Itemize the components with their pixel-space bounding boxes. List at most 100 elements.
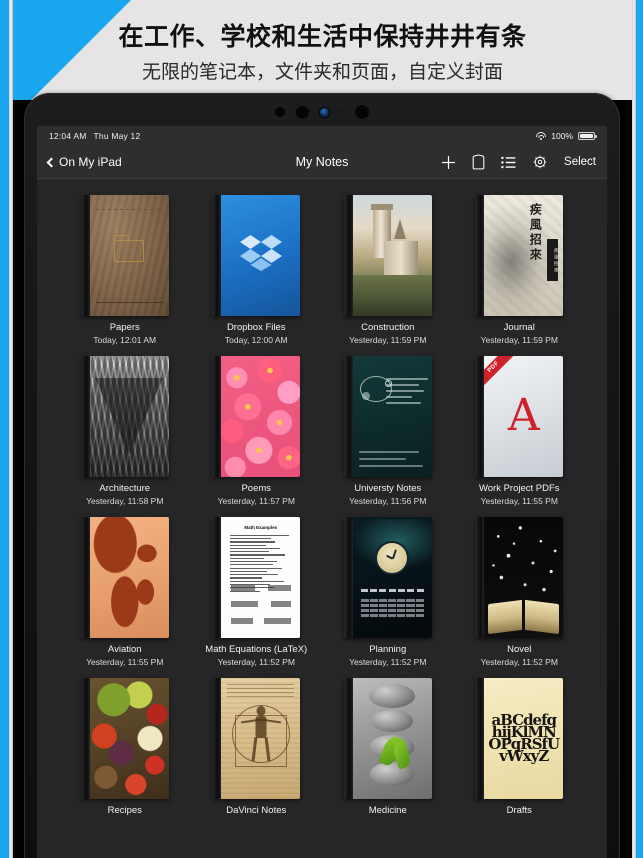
notebook-icon[interactable] [472, 154, 485, 170]
status-date: Thu May 12 [93, 131, 141, 141]
notebook-cover-drafts[interactable]: aBCdefghijKlMNOPqRSfUvWxyZ [475, 677, 564, 799]
battery-percent-label: 100% [551, 131, 573, 141]
list-icon[interactable] [501, 156, 516, 169]
notebook-spine [80, 355, 90, 477]
notebook-spine [80, 195, 90, 316]
back-button[interactable]: On My iPad [46, 155, 122, 169]
notebook-item[interactable]: Dropbox Files Today, 12:00 AM [191, 195, 323, 345]
notebook-cover-architecture[interactable] [80, 355, 169, 477]
plus-icon[interactable] [441, 155, 456, 170]
math-cover-heading: Math Examples [244, 524, 278, 530]
notebook-title: Architecture [99, 482, 151, 494]
cover-art-castle-painting [352, 195, 432, 316]
notebook-grid: Papers Today, 12:01 AM Dropbox Files Tod… [37, 179, 607, 818]
notebook-item[interactable]: Aviation Yesterday, 11:55 PM [59, 516, 191, 667]
notebook-title: Drafts [506, 804, 532, 816]
status-bar-right: 100% [536, 131, 597, 141]
notebook-item[interactable]: Math Examples Math Equations (LaTeX) Yes… [191, 516, 323, 667]
navigation-toolbar: On My iPad My Notes Select [37, 146, 607, 179]
notebook-item[interactable]: Planning Yesterday, 11:52 PM [322, 516, 454, 667]
notebook-title: Dropbox Files [226, 322, 286, 333]
notebook-item[interactable]: Construction Yesterday, 11:59 PM [322, 195, 454, 345]
notebook-title: Medicine [368, 804, 407, 816]
notebook-cover-aviation[interactable] [80, 516, 169, 638]
cover-art-food-photo [89, 677, 169, 799]
notebook-cover-poems[interactable] [212, 355, 301, 477]
cover-art-clock-calendar [352, 516, 432, 638]
notebook-title: Recipes [107, 804, 142, 816]
gallery-divider-left [9, 0, 13, 858]
notebook-item[interactable]: A PDF Work Project PDFs Yesterday, 11:55… [454, 355, 586, 506]
notebook-spine [343, 195, 353, 316]
notebook-item[interactable]: aBCdefghijKlMNOPqRSfUvWxyZ Drafts [454, 677, 586, 818]
speaker-dot-icon [355, 105, 369, 119]
notebook-date: Yesterday, 11:52 PM [349, 656, 427, 667]
cover-art-dropbox-blue [221, 195, 301, 316]
notebook-spine [343, 677, 353, 799]
device-sensor-array [24, 103, 620, 121]
screenshot-root: 在工作、学校和生活中保持井井有条 无限的笔记本，文件夹和页面，自定义封面 12:… [0, 0, 643, 858]
notebook-cover-construction[interactable] [343, 195, 432, 316]
notebook-item[interactable]: 疾風招來 疾風招來 Journal Yesterday, 11:59 PM [454, 195, 586, 345]
notebook-cover-journal[interactable]: 疾風招來 疾風招來 [475, 195, 564, 316]
notebook-spine [475, 195, 485, 316]
notebook-title: DaVinci Notes [226, 804, 287, 816]
cover-art-pink-flowers [221, 355, 301, 477]
notebook-item[interactable]: Medicine [322, 677, 454, 818]
notebook-cover-math-equations[interactable]: Math Examples [212, 516, 301, 638]
cover-art-pdf-acrobat: A PDF [484, 355, 564, 477]
ambient-light-sensor-icon [340, 110, 344, 114]
journal-cover-side-band: 疾風招來 [547, 238, 559, 281]
notebook-cover-dropbox[interactable] [212, 195, 301, 316]
notebook-cover-novel[interactable] [475, 516, 564, 638]
notebook-spine [212, 516, 222, 638]
cover-art-physics-equations [352, 355, 432, 477]
cover-art-chinese-ink-wash: 疾風招來 疾風招來 [484, 195, 564, 316]
notebook-spine [80, 677, 90, 799]
notebook-title: Poems [241, 482, 272, 494]
gear-icon[interactable] [532, 154, 548, 170]
notebook-date: Today, 12:00 AM [224, 334, 288, 345]
promo-header: 在工作、学校和生活中保持井井有条 无限的笔记本，文件夹和页面，自定义封面 [13, 0, 632, 100]
notebook-title: Work Project PDFs [478, 482, 560, 494]
notebook-date: Yesterday, 11:57 PM [217, 495, 295, 506]
chevron-left-icon [46, 157, 57, 167]
gallery-rail-left [0, 0, 9, 858]
pdf-ribbon-badge: PDF [484, 355, 516, 389]
cover-art-math-document: Math Examples [221, 516, 301, 638]
notebook-title: Papers [109, 322, 140, 333]
notebook-item[interactable]: Universty Notes Yesterday, 11:56 PM [322, 355, 454, 506]
status-time: 12:04 AM [49, 131, 87, 141]
promo-headline: 在工作、学校和生活中保持井井有条 [118, 23, 527, 51]
notebook-cover-davinci-notes[interactable] [212, 677, 301, 799]
select-button[interactable]: Select [564, 156, 596, 168]
cover-art-alphabet-cream: aBCdefghijKlMNOPqRSfUvWxyZ [484, 677, 564, 799]
notebook-item[interactable]: Recipes [59, 677, 191, 818]
notebook-grid-scroll-area[interactable]: Papers Today, 12:01 AM Dropbox Files Tod… [37, 179, 607, 858]
notebook-date: Today, 12:01 AM [93, 334, 157, 345]
notebook-date: Yesterday, 11:52 PM [480, 656, 558, 667]
notebook-cover-medicine[interactable] [343, 677, 432, 799]
status-bar: 12:04 AM Thu May 12 100% [37, 126, 607, 146]
ipad-screen: 12:04 AM Thu May 12 100% On My iPad My N… [37, 126, 607, 858]
notebook-title: Construction [361, 322, 415, 333]
notebook-cover-work-project-pdfs[interactable]: A PDF [475, 355, 564, 477]
notebook-spine [343, 355, 353, 477]
cover-art-zen-stones-leaf [352, 677, 432, 799]
notebook-title: Universty Notes [354, 482, 422, 494]
notebook-cover-planning[interactable] [343, 516, 432, 638]
notebook-spine [343, 516, 353, 638]
notebook-item[interactable]: Poems Yesterday, 11:57 PM [191, 355, 323, 506]
notebook-item[interactable]: Novel Yesterday, 11:52 PM [454, 516, 586, 667]
notebook-spine [80, 516, 90, 638]
notebook-cover-university-notes[interactable] [343, 355, 432, 477]
notebook-item[interactable]: Architecture Yesterday, 11:58 PM [59, 355, 191, 506]
notebook-date: Yesterday, 11:56 PM [349, 495, 427, 506]
notebook-item[interactable]: Papers Today, 12:01 AM [59, 195, 191, 345]
cover-art-papers-leather-folder [89, 195, 169, 316]
notebook-cover-papers[interactable] [80, 195, 169, 316]
notebook-title: Planning [369, 643, 407, 655]
notebook-date: Yesterday, 11:52 PM [217, 656, 295, 667]
notebook-cover-recipes[interactable] [80, 677, 169, 799]
notebook-item[interactable]: DaVinci Notes [191, 677, 323, 818]
